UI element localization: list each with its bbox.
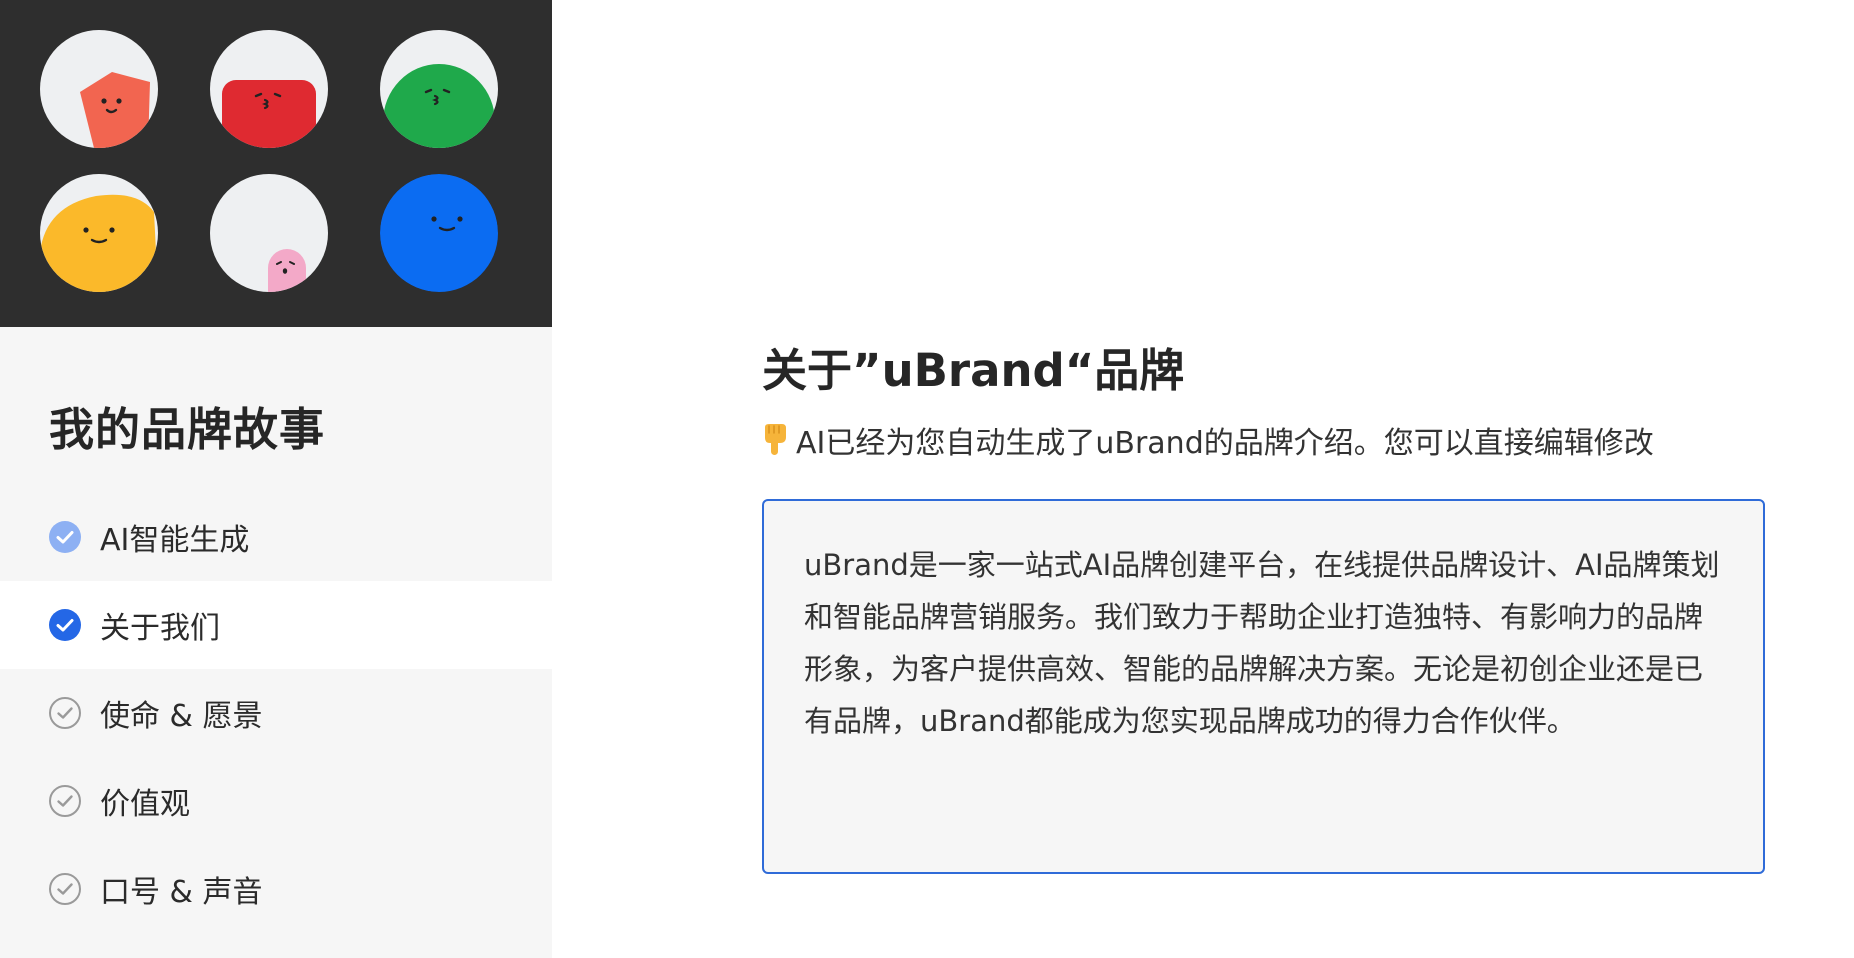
mascot-green-avatar bbox=[380, 30, 498, 148]
nav-item-label: 价值观 bbox=[100, 787, 190, 822]
nav-item-about-us[interactable]: 关于我们 bbox=[0, 581, 552, 669]
story-steps-nav: AI智能生成 关于我们 使命 & 愿景 价值观 口号 & 声音 bbox=[0, 493, 552, 933]
ai-hint-text: AI已经为您自动生成了uBrand的品牌介绍。您可以直接编辑修改 bbox=[796, 426, 1654, 461]
nav-item-values[interactable]: 价值观 bbox=[0, 757, 552, 845]
pointing-down-hand-icon bbox=[765, 424, 786, 455]
check-circle-outline-icon bbox=[49, 697, 81, 729]
mascot-red-avatar bbox=[210, 30, 328, 148]
nav-item-slogan-voice[interactable]: 口号 & 声音 bbox=[0, 845, 552, 933]
check-circle-filled-icon bbox=[49, 521, 81, 553]
nav-item-label: AI智能生成 bbox=[100, 523, 250, 558]
yellow-mascot-icon bbox=[40, 194, 158, 292]
brand-description-textarea[interactable]: uBrand是一家一站式AI品牌创建平台，在线提供品牌设计、AI品牌策划和智能品… bbox=[804, 539, 1723, 834]
brand-description-editor: uBrand是一家一站式AI品牌创建平台，在线提供品牌设计、AI品牌策划和智能品… bbox=[762, 499, 1765, 874]
sidebar-title: 我的品牌故事 bbox=[49, 403, 326, 456]
sidebar: 我的品牌故事 AI智能生成 关于我们 使命 & 愿景 价值观 口号 & 声音 bbox=[0, 0, 552, 958]
mascot-pink-avatar bbox=[210, 174, 328, 292]
nav-item-label: 关于我们 bbox=[100, 611, 220, 646]
nav-item-mission-vision[interactable]: 使命 & 愿景 bbox=[0, 669, 552, 757]
page-title: 关于”uBrand“品牌 bbox=[762, 344, 1185, 397]
mascot-coral-avatar bbox=[40, 30, 158, 148]
pink-mascot-icon bbox=[268, 249, 306, 292]
check-circle-filled-icon bbox=[49, 609, 81, 641]
check-circle-outline-icon bbox=[49, 873, 81, 905]
check-circle-outline-icon bbox=[49, 785, 81, 817]
blue-mascot-icon bbox=[380, 174, 498, 292]
nav-item-ai-generate[interactable]: AI智能生成 bbox=[0, 493, 552, 581]
green-mascot-icon bbox=[383, 64, 495, 148]
nav-item-label: 口号 & 声音 bbox=[100, 875, 263, 910]
red-mascot-icon bbox=[222, 80, 316, 148]
mascot-blue-avatar bbox=[380, 174, 498, 292]
nav-item-label: 使命 & 愿景 bbox=[100, 699, 263, 734]
ai-hint: AI已经为您自动生成了uBrand的品牌介绍。您可以直接编辑修改 bbox=[762, 418, 1654, 462]
brand-hero-illustration bbox=[0, 0, 552, 327]
mascot-yellow-avatar bbox=[40, 174, 158, 292]
coral-mascot-icon bbox=[80, 72, 150, 148]
